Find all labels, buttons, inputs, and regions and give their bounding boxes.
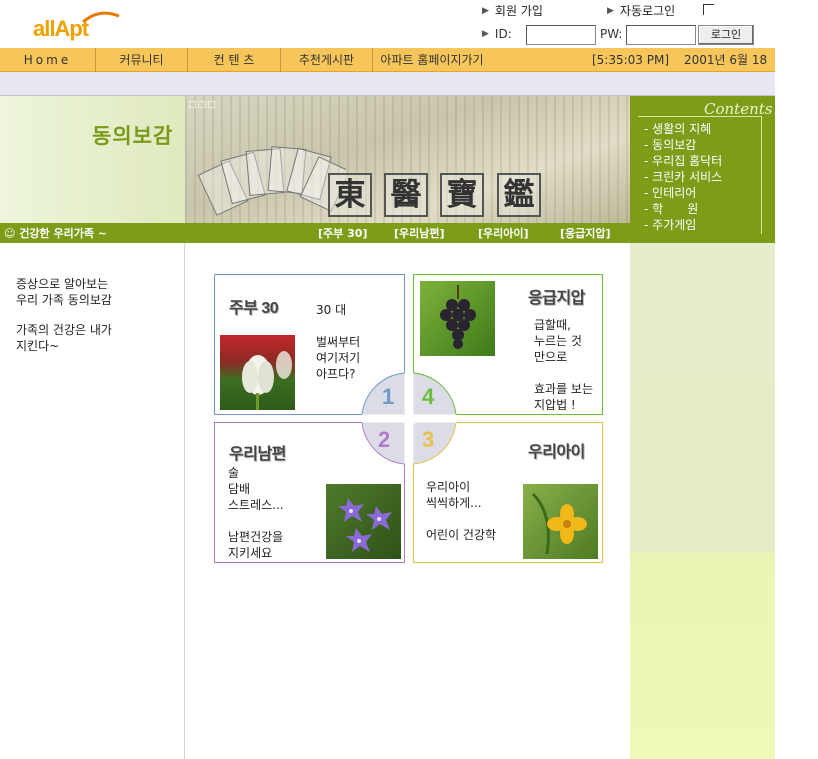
tulip-photo	[220, 335, 295, 410]
autologin-link[interactable]: ▶ 자동로그인	[607, 2, 675, 19]
strip-link-housewife[interactable]: [주부 30]	[318, 225, 367, 241]
banner-strip: ☺ 건강한 우리가족 ~ [주부 30] [우리남편] [우리아이] [응급지압…	[0, 223, 630, 243]
nav-home[interactable]: Home	[0, 47, 96, 72]
sidebar-text-line: 증상으로 알아보는	[16, 277, 109, 291]
contents-item[interactable]: - 동의보감	[644, 136, 696, 153]
right-column	[630, 243, 775, 759]
contents-item[interactable]: - 우리집 홈닥터	[644, 152, 722, 169]
quad-text-husband: 술 담배 스트레스... 남편건강을 지키세요	[228, 466, 284, 560]
quad-acupressure[interactable]	[414, 275, 415, 276]
id-label: ID:	[494, 27, 512, 41]
main-nav: Home 커뮤니티 컨 텐 츠 추천게시판 아파트 홈페이지가기 [5:35:0…	[0, 47, 775, 91]
grapes-photo	[420, 281, 495, 356]
sidebar-text-line: 우리 가족 동의보감	[16, 293, 112, 307]
quad-title-husband: 우리남편	[229, 446, 286, 463]
hanja-char: 寶	[440, 173, 484, 217]
sub-bar	[0, 72, 775, 96]
arrow-right-icon: ▶	[607, 5, 614, 16]
contents-item[interactable]: - 인테리어	[644, 184, 696, 201]
banner: □□□ 동의보감 東 醫 寶 鑑	[0, 96, 630, 223]
column-divider	[184, 243, 185, 759]
contents-item[interactable]: - 생활의 지혜	[644, 120, 711, 137]
banner-cards-decoration	[197, 146, 346, 216]
quad-number: 4	[422, 384, 435, 409]
id-input[interactable]	[526, 25, 596, 45]
nav-recommend-board[interactable]: 추천게시판	[281, 47, 373, 72]
pw-input[interactable]	[626, 25, 696, 45]
arrow-right-icon: ▶	[482, 29, 489, 39]
allapt-logo[interactable]: allApt	[33, 10, 133, 42]
quad-housewife[interactable]	[215, 275, 216, 276]
clock: [5:35:03 PM]	[592, 53, 670, 67]
pw-label: PW:	[600, 27, 623, 41]
slogan-text: 건강한 우리가족 ~	[19, 227, 108, 240]
contents-item[interactable]: - 크린카 서비스	[644, 168, 722, 185]
hanja-char: 醫	[384, 173, 428, 217]
autologin-label: 자동로그인	[619, 4, 676, 18]
quad-number: 1	[382, 384, 395, 409]
banner-squares: □□□	[188, 100, 217, 110]
slogan: ☺ 건강한 우리가족 ~	[4, 225, 107, 241]
smile-icon: ☺	[4, 227, 16, 240]
quad-text-acupressure: 급할때, 누르는 것 만으로 효과를 보는 지압법 !	[534, 318, 594, 412]
hanja-char: 東	[328, 173, 372, 217]
bellflower-photo	[326, 484, 401, 559]
strip-link-child[interactable]: [우리아이]	[478, 225, 529, 241]
contents-menu: Contents - 생활의 지혜 - 동의보감 - 우리집 홈닥터 - 크린카…	[630, 96, 775, 243]
nav-community[interactable]: 커뮤니티	[96, 47, 188, 72]
quad-husband[interactable]	[215, 423, 216, 424]
nav-contents[interactable]: 컨 텐 츠	[188, 47, 281, 72]
arrow-right-icon: ▶	[482, 5, 489, 16]
hanja-char: 鑑	[497, 173, 541, 217]
strip-link-acupressure[interactable]: [응급지압]	[560, 225, 611, 241]
signup-label: 회원 가입	[494, 4, 543, 18]
quad-title-housewife: 주부 30	[229, 300, 279, 317]
quad-text-housewife: 30 대 벌써부터 여기저기 아프다?	[316, 303, 361, 381]
quad-text-child: 우리아이 씩씩하게... 어린이 건강학	[426, 480, 497, 542]
login-button[interactable]: 로그인	[698, 25, 754, 45]
nav-apt-homepage[interactable]: 아파트 홈페이지가기	[373, 48, 491, 72]
contents-item[interactable]: - 주가게임	[644, 216, 696, 233]
quad-child[interactable]	[414, 423, 415, 424]
quad-number: 2	[378, 427, 391, 452]
strip-link-husband[interactable]: [우리남편]	[394, 225, 445, 241]
quad-title-acupressure: 응급지압	[528, 290, 585, 307]
banner-title: 동의보감	[92, 124, 174, 148]
logo-text: allApt	[33, 16, 89, 41]
date: 2001년 6월 18일	[684, 53, 768, 91]
contents-item[interactable]: - 학 원	[644, 200, 698, 217]
yellow-flower-photo	[523, 484, 598, 559]
id-label-wrap: ▶ ID:	[482, 27, 512, 41]
quad-number: 3	[422, 427, 435, 452]
sidebar-text-line: 지킨다~	[16, 339, 60, 353]
autologin-checkbox[interactable]	[703, 4, 714, 15]
sidebar-text-line: 가족의 건강은 내가	[16, 323, 112, 337]
quad-title-child: 우리아이	[528, 444, 585, 461]
signup-link[interactable]: ▶ 회원 가입	[482, 2, 543, 19]
